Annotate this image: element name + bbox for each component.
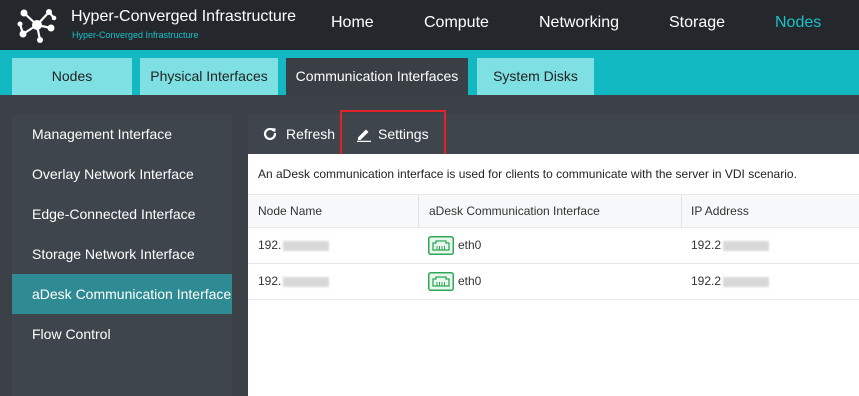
redacted-text <box>723 276 770 287</box>
nav-storage[interactable]: Storage <box>669 14 725 32</box>
app-subtitle: Hyper-Converged Infrastructure <box>72 30 199 40</box>
molecule-network-logo <box>17 9 57 43</box>
refresh-label: Refresh <box>286 126 336 142</box>
redacted-text <box>283 276 330 287</box>
sidebar-item-adesk-communication-interface[interactable]: aDesk Communication Interface <box>12 274 232 314</box>
top-bar: Hyper-Converged Infrastructure Hyper-Con… <box>0 0 859 50</box>
ip-address-cell: 192.2 <box>691 228 770 263</box>
ethernet-port-icon <box>428 236 454 255</box>
tab-physical-interfaces[interactable]: Physical Interfaces <box>140 58 278 95</box>
column-ip-address[interactable]: IP Address <box>691 195 749 228</box>
redacted-text <box>283 240 330 251</box>
sidebar-item-flow-control[interactable]: Flow Control <box>12 314 232 354</box>
table-row[interactable]: 192. eth0 192.2 <box>248 264 859 300</box>
nav-compute[interactable]: Compute <box>424 14 489 32</box>
column-adesk-interface[interactable]: aDesk Communication Interface <box>429 195 600 228</box>
node-name-cell: 192. <box>258 264 330 299</box>
ethernet-port-icon <box>428 272 454 291</box>
refresh-button[interactable]: Refresh <box>262 114 342 154</box>
table-row[interactable]: 192. eth0 192.2 <box>248 228 859 264</box>
tab-nodes[interactable]: Nodes <box>12 58 132 95</box>
settings-button[interactable]: Settings <box>356 114 446 154</box>
tab-system-disks[interactable]: System Disks <box>477 58 594 95</box>
table-header: Node Name aDesk Communication Interface … <box>248 194 859 228</box>
column-divider <box>418 195 419 228</box>
sidebar: Management Interface Overlay Network Int… <box>12 114 232 396</box>
refresh-icon <box>263 127 277 141</box>
interface-cell: eth0 <box>458 274 482 288</box>
sub-tab-bar: Nodes Physical Interfaces Communication … <box>0 50 859 95</box>
column-node-name[interactable]: Node Name <box>258 195 322 228</box>
redacted-text <box>723 240 770 251</box>
sidebar-item-overlay-network-interface[interactable]: Overlay Network Interface <box>12 154 232 194</box>
pencil-icon <box>357 129 371 142</box>
app-title: Hyper-Converged Infrastructure <box>71 8 296 25</box>
tab-communication-interfaces[interactable]: Communication Interfaces <box>286 58 468 95</box>
settings-label: Settings <box>378 126 429 142</box>
nav-home[interactable]: Home <box>331 14 374 32</box>
toolbar: Refresh Settings <box>248 114 859 154</box>
sidebar-item-storage-network-interface[interactable]: Storage Network Interface <box>12 234 232 274</box>
ip-address-cell: 192.2 <box>691 264 770 299</box>
nav-networking[interactable]: Networking <box>539 14 619 32</box>
sidebar-item-edge-connected-interface[interactable]: Edge-Connected Interface <box>12 194 232 234</box>
content-panel: An aDesk communication interface is used… <box>248 154 859 396</box>
node-name-cell: 192. <box>258 228 330 263</box>
interface-cell: eth0 <box>458 238 482 252</box>
sidebar-item-management-interface[interactable]: Management Interface <box>12 114 232 154</box>
interface-description: An aDesk communication interface is used… <box>258 167 797 181</box>
nav-nodes[interactable]: Nodes <box>775 14 821 32</box>
column-divider <box>681 195 682 228</box>
